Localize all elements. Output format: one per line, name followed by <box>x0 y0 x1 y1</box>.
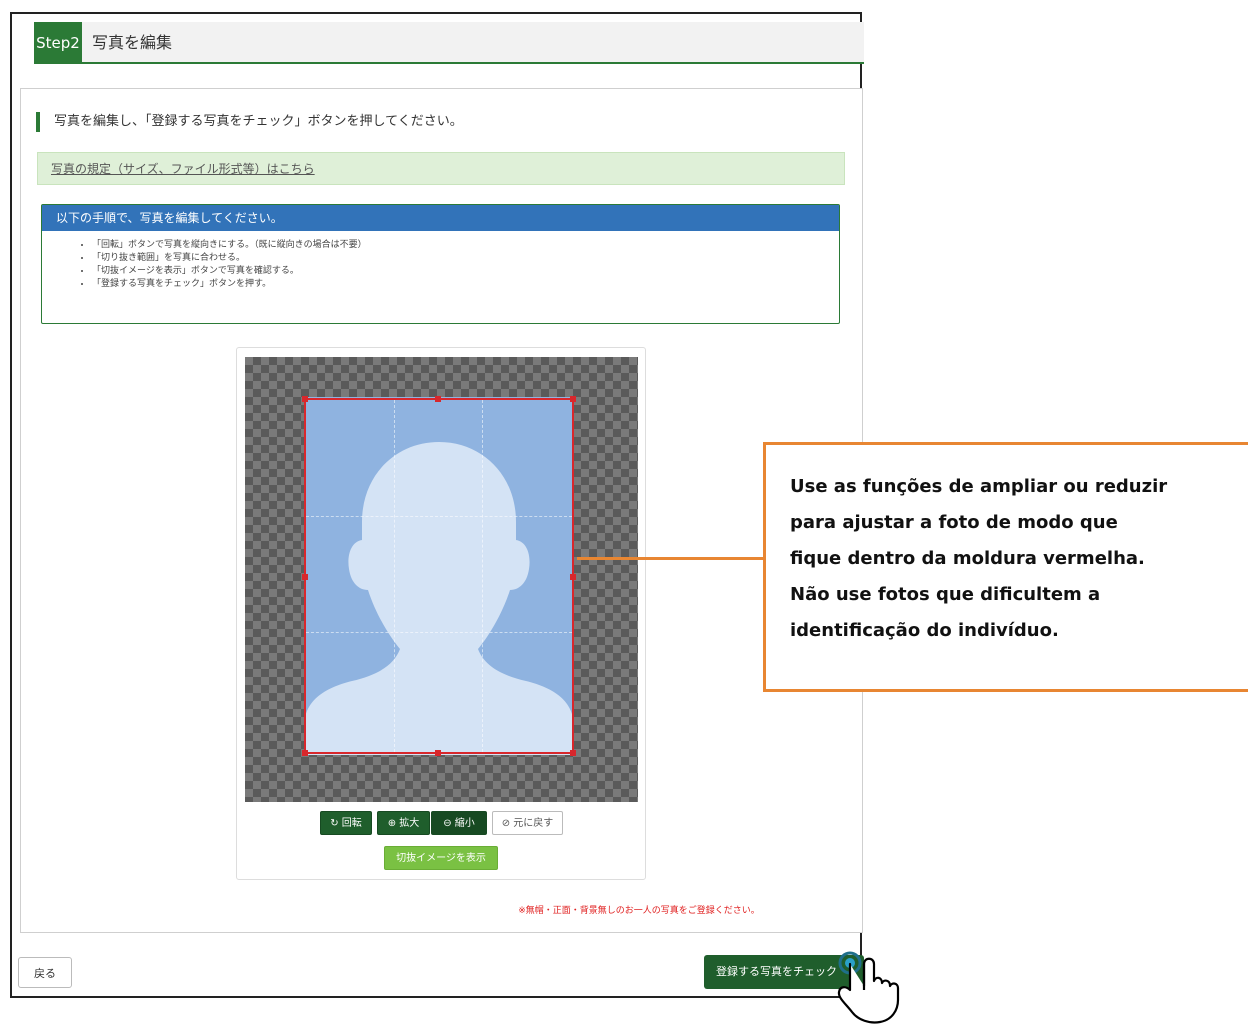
crop-handle[interactable] <box>302 750 308 756</box>
zoom-out-button[interactable]: ⊖ 縮小 <box>431 811 487 835</box>
instruction-text: 写真を編集し、「登録する写真をチェック」ボタンを押してください。 <box>36 112 463 132</box>
photo-requirement-warning: ※無帽・正面・背景無しのお一人の写真をご登録ください。 <box>518 906 760 916</box>
reset-button[interactable]: ⊘ 元に戻す <box>492 811 563 835</box>
photo-rules-link[interactable]: 写真の規定（サイズ、ファイル形式等）はこちら <box>51 153 315 186</box>
callout-line: identificação do indivíduo. <box>790 620 1059 641</box>
howto-list: 「回転」ボタンで写真を縦向きにする。（既に縦向きの場合は不要） 「切り抜き範囲」… <box>92 239 839 291</box>
crop-handle[interactable] <box>570 750 576 756</box>
step-title: 写真を編集 <box>92 33 173 52</box>
back-button[interactable]: 戻る <box>18 957 72 988</box>
crop-frame[interactable] <box>302 396 576 756</box>
howto-panel: 以下の手順で、写真を編集してください。 「回転」ボタンで写真を縦向きにする。（既… <box>41 204 840 324</box>
photo-rules-notice: 写真の規定（サイズ、ファイル形式等）はこちら <box>37 152 845 185</box>
callout-leader-line <box>577 557 764 560</box>
step-badge: Step2 <box>34 22 82 64</box>
howto-item: 「切抜イメージを表示」ボタンで写真を確認する。 <box>92 265 839 278</box>
callout-line: fique dentro da moldura vermelha. <box>790 548 1145 569</box>
rotate-icon: ↻ <box>330 818 339 829</box>
callout-box: Use as funções de ampliar ou reduzir par… <box>763 442 1248 692</box>
rotate-button[interactable]: ↻ 回転 <box>320 811 372 835</box>
crop-handle[interactable] <box>435 750 441 756</box>
callout-line: Use as funções de ampliar ou reduzir <box>790 476 1168 497</box>
howto-heading: 以下の手順で、写真を編集してください。 <box>42 205 839 231</box>
edit-canvas[interactable] <box>245 357 638 802</box>
crop-handle[interactable] <box>570 574 576 580</box>
crop-handle[interactable] <box>302 396 308 402</box>
preview-crop-button[interactable]: 切抜イメージを表示 <box>384 846 498 870</box>
step-header: Step2 写真を編集 <box>34 22 864 64</box>
reset-icon: ⊘ <box>501 818 511 829</box>
howto-item: 「切り抜き範囲」を写真に合わせる。 <box>92 252 839 265</box>
callout-line: para ajustar a foto de modo que <box>790 512 1118 533</box>
howto-item: 「回転」ボタンで写真を縦向きにする。（既に縦向きの場合は不要） <box>92 239 839 252</box>
zoom-out-icon: ⊖ <box>443 818 452 829</box>
photo-editor: ↻ 回転 ⊕ 拡大 ⊖ 縮小 ⊘ 元に戻す 切抜イメージを表示 <box>236 347 646 880</box>
crop-handle[interactable] <box>302 574 308 580</box>
zoom-in-button[interactable]: ⊕ 拡大 <box>377 811 430 835</box>
crop-handle[interactable] <box>435 396 441 402</box>
zoom-in-icon: ⊕ <box>387 818 397 829</box>
howto-item: 「登録する写真をチェック」ボタンを押す。 <box>92 278 839 291</box>
crop-handle[interactable] <box>570 396 576 402</box>
pointer-hand-icon <box>837 951 900 1024</box>
callout-line: Não use fotos que dificultem a <box>790 584 1101 605</box>
